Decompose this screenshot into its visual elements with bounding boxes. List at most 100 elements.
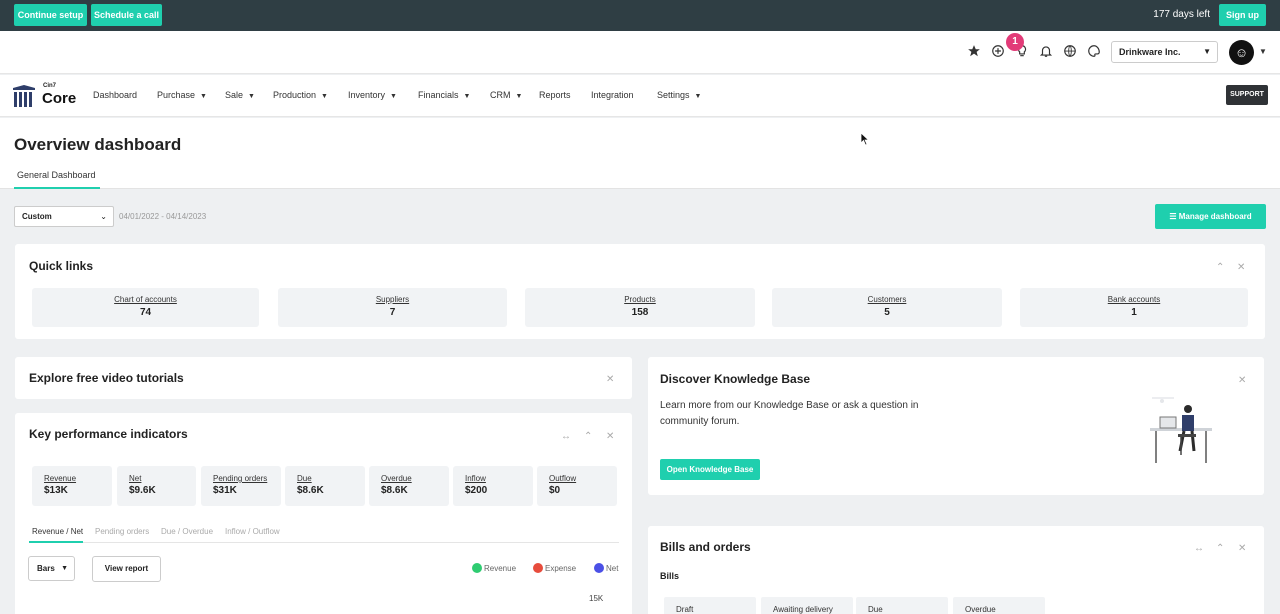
legend-dot [472,563,482,573]
kpi-inflow[interactable]: Inflow $200 [453,466,533,506]
trial-days-left: 177 days left [1153,9,1210,20]
date-range-select[interactable]: Custom ⌄ [14,206,114,227]
nav-sale[interactable]: Sale ▼ [225,90,255,100]
sign-up-button[interactable]: Sign up [1219,4,1266,26]
chevron-down-icon: ▼ [248,93,255,100]
date-range-value: Custom [22,212,52,221]
nav-settings[interactable]: Settings ▼ [657,90,701,100]
logo-product: Core [42,90,77,107]
chevron-down-icon: ▼ [1203,47,1211,56]
chevron-down-icon: ▼ [321,93,328,100]
kpi-pending-orders[interactable]: Pending orders $31K [201,466,281,506]
bill-status-draft[interactable]: Draft [664,597,756,614]
nav-crm[interactable]: CRM ▼ [490,90,522,100]
kpi-revenue[interactable]: Revenue $13K [32,466,112,506]
bill-status-overdue[interactable]: Overdue [953,597,1045,614]
quick-link-chart-of-accounts[interactable]: Chart of accounts 74 [32,288,259,327]
plus-circle-icon[interactable] [990,44,1006,60]
nav-financials[interactable]: Financials ▼ [418,90,470,100]
close-icon[interactable]: ✕ [606,374,614,385]
schedule-call-button[interactable]: Schedule a call [91,4,162,26]
active-tab-indicator [29,541,83,543]
open-knowledge-base-button[interactable]: Open Knowledge Base [660,459,760,480]
chevron-down-icon: ▼ [200,93,207,100]
video-tutorials-title: Explore free video tutorials [29,371,184,385]
chevron-down-icon[interactable]: ▼ [1259,47,1267,56]
close-icon[interactable]: ✕ [1238,543,1246,554]
expand-icon[interactable]: ↔ [561,431,571,442]
support-button[interactable]: SUPPORT [1226,85,1268,105]
legend-revenue[interactable]: Revenue [472,563,516,573]
avatar-icon[interactable]: ☺ [1229,40,1254,65]
collapse-icon[interactable]: ⌃ [1216,262,1224,273]
quick-link-suppliers[interactable]: Suppliers 7 [278,288,507,327]
nav-inventory[interactable]: Inventory ▼ [348,90,397,100]
bills-subtitle: Bills [660,571,680,581]
logo-brand: Cin7 [43,83,57,89]
y-axis-tick: 15K [589,594,604,603]
kpi-card: Key performance indicators ↔ ⌃ ✕ Revenue… [15,413,632,614]
knowledge-base-text: Learn more from our Knowledge Base or as… [660,400,919,427]
tab-due-overdue[interactable]: Due / Overdue [161,527,213,536]
close-icon[interactable]: ✕ [606,431,614,442]
chart-type-select[interactable]: Bars ▼ [28,556,75,581]
chart-type-value: Bars [37,564,55,573]
kpi-due[interactable]: Due $8.6K [285,466,365,506]
continue-setup-button[interactable]: Continue setup [14,4,87,26]
company-select[interactable]: Drinkware Inc. ▼ [1111,41,1218,63]
chevron-down-icon: ▼ [390,93,397,100]
palette-icon[interactable] [1086,44,1102,60]
legend-net[interactable]: Net [594,563,618,573]
bill-status-awaiting-delivery[interactable]: Awaiting delivery [761,597,853,614]
video-tutorials-card: Explore free video tutorials ✕ [15,357,632,399]
manage-dashboard-button[interactable]: ☰ Manage dashboard [1155,204,1266,229]
page-title: Overview dashboard [14,135,182,154]
tab-divider [29,542,619,543]
page-header: Overview dashboard General Dashboard [0,118,1280,189]
logo[interactable]: Cin7 Core [11,82,81,110]
quick-links-title: Quick links [29,259,94,273]
kpi-outflow[interactable]: Outflow $0 [537,466,617,506]
collapse-icon[interactable]: ⌃ [1216,543,1224,554]
nav-integration[interactable]: Integration [591,90,634,100]
legend-dot [594,563,604,573]
globe-icon[interactable] [1062,44,1078,60]
legend-dot [533,563,543,573]
chevron-down-icon: ▼ [694,93,702,100]
close-icon[interactable]: ✕ [1238,375,1246,386]
quick-link-products[interactable]: Products 158 [525,288,755,327]
star-icon[interactable] [966,44,982,60]
tab-general-dashboard[interactable]: General Dashboard [14,170,100,189]
legend-expense[interactable]: Expense [533,563,576,573]
chevron-down-icon: ▼ [61,565,68,572]
knowledge-base-card: Discover Knowledge Base ✕ Learn more fro… [648,357,1264,495]
collapse-icon[interactable]: ⌃ [584,431,592,442]
company-name: Drinkware Inc. [1119,47,1181,57]
logo-mark-icon [13,85,35,107]
chevron-down-icon: ⌄ [100,212,107,221]
tab-pending-orders[interactable]: Pending orders [95,527,149,536]
close-icon[interactable]: ✕ [1237,262,1245,273]
nav-purchase[interactable]: Purchase ▼ [157,90,207,100]
kpi-title: Key performance indicators [29,427,188,441]
chevron-down-icon: ▼ [515,93,523,100]
tab-inflow-outflow[interactable]: Inflow / Outflow [225,527,280,536]
tab-revenue-net[interactable]: Revenue / Net [32,527,83,536]
quick-link-bank-accounts[interactable]: Bank accounts 1 [1020,288,1248,327]
quick-link-customers[interactable]: Customers 5 [772,288,1002,327]
main-nav: Cin7 Core Dashboard Purchase ▼ Sale ▼ Prod… [0,75,1280,117]
nav-production[interactable]: Production ▼ [273,90,328,100]
kpi-net[interactable]: Net $9.6K [117,466,196,506]
nav-dashboard[interactable]: Dashboard [93,90,137,100]
expand-icon[interactable]: ↔ [1194,543,1204,554]
nav-reports[interactable]: Reports [539,90,571,100]
bell-icon[interactable] [1038,44,1054,60]
kpi-overdue[interactable]: Overdue $8.6K [369,466,449,506]
sliders-icon: ☰ [1169,212,1177,221]
notification-count-badge: 1 [1006,33,1024,51]
bills-orders-card: Bills and orders ↔ ⌃ ✕ Bills Draft Await… [648,526,1264,614]
view-report-button[interactable]: View report [92,556,161,582]
date-range-text: 04/01/2022 - 04/14/2023 [119,212,207,221]
bill-status-due[interactable]: Due [856,597,948,614]
quick-links-card: Quick links ⌃ ✕ Chart of accounts 74 Sup… [15,244,1265,339]
